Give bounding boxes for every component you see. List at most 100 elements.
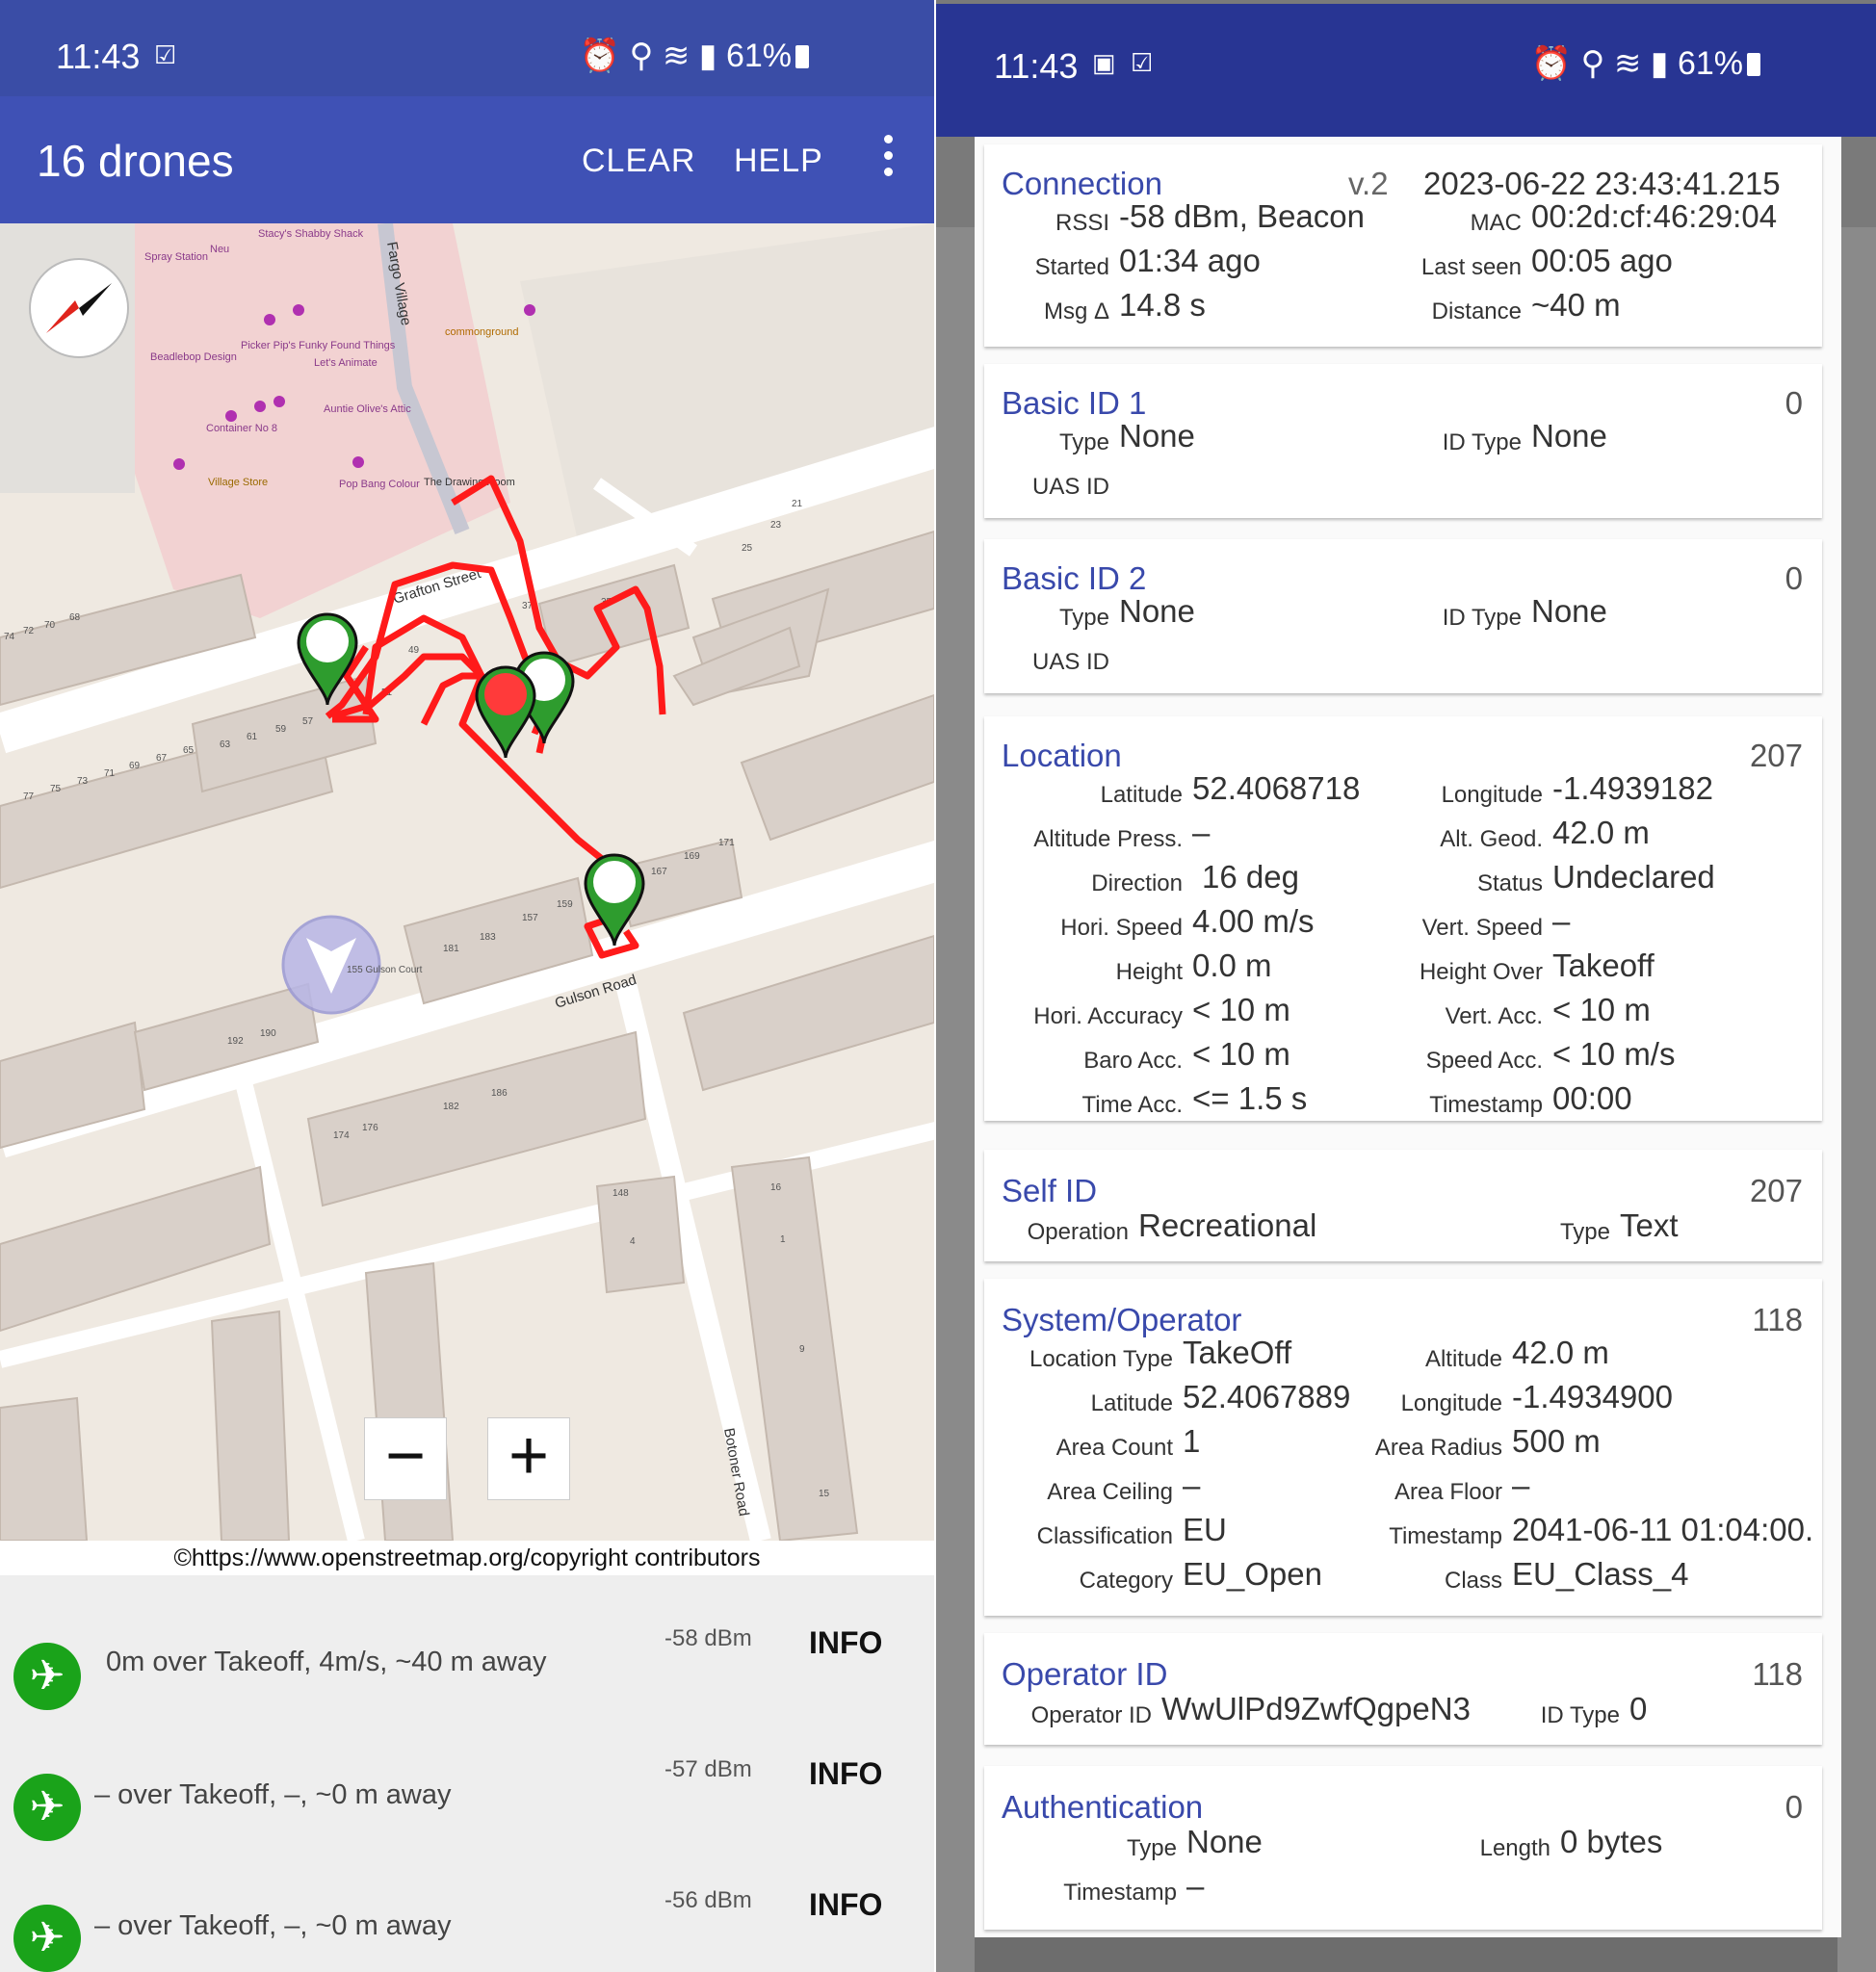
direction-value: 16 deg (1202, 859, 1299, 895)
alarm-icon: ⏰ (1530, 45, 1572, 82)
compass[interactable] (29, 258, 129, 358)
airplane-icon: ✈ (13, 1905, 81, 1972)
house-number: 25 (742, 543, 753, 554)
field-label: Classification (1036, 1523, 1173, 1549)
house-number: 190 (260, 1028, 276, 1039)
field-label: Timestamp (1063, 1880, 1177, 1906)
field-label: Vert. Speed (1421, 915, 1543, 941)
house-number: 63 (220, 740, 231, 750)
image-icon: ▣ (1092, 48, 1116, 77)
place-label: Container No 8 (206, 423, 277, 434)
status-bar: 11:43 ☑ ⏰ ⚲ ≋ ▮ 61% (0, 0, 934, 96)
house-number: 9 (799, 1344, 805, 1355)
wifi-icon: ≋ (662, 38, 690, 74)
compass-icon (46, 283, 112, 333)
clear-button[interactable]: CLEAR (582, 143, 695, 180)
field-label: Area Count (1055, 1435, 1173, 1461)
area-count-value: 1 (1183, 1423, 1201, 1459)
field-label: Altitude Press. (1033, 826, 1183, 852)
drone-rssi: -58 dBm (664, 1625, 752, 1651)
field-label: ID Type (1540, 1702, 1620, 1728)
vertical-speed-value: – (1552, 903, 1571, 939)
card-title: Self ID (1002, 1173, 1098, 1208)
drone-rssi: -56 dBm (664, 1887, 752, 1913)
drone-detail-panel[interactable]: Connection v.2 2023-06-22 23:43:41.215 R… (975, 137, 1841, 1937)
field-label: Speed Acc. (1425, 1048, 1543, 1074)
app-bar: 16 drones CLEAR HELP (0, 96, 934, 223)
baro-accuracy-value: < 10 m (1192, 1036, 1290, 1072)
operator-id-type-value: 0 (1629, 1691, 1648, 1726)
height-over-value: Takeoff (1552, 947, 1655, 983)
place-label: Neu (210, 244, 229, 255)
plaza-area (135, 223, 510, 618)
operation-value: Recreational (1138, 1207, 1317, 1243)
list-item[interactable]: ✈ – over Takeoff, –, ~0 m away -56 dBm I… (0, 1837, 934, 1972)
field-label: Msg Δ (1043, 298, 1109, 324)
drone-list: ✈ 0m over Takeoff, 4m/s, ~40 m away -58 … (0, 1575, 934, 1972)
help-button[interactable]: HELP (734, 143, 823, 180)
app-title: 16 drones (37, 136, 234, 186)
basic-id-1-card: Basic ID 1 0 Type None ID Type None UAS … (984, 364, 1822, 518)
area-floor-value: – (1512, 1467, 1530, 1503)
zoom-in-button[interactable]: + (487, 1417, 570, 1500)
house-number: 4 (630, 1236, 636, 1247)
background-edge (1837, 227, 1876, 1972)
field-label: Area Floor (1394, 1479, 1502, 1505)
message-count: 118 (1752, 1656, 1803, 1692)
field-label: Time Acc. (1081, 1092, 1183, 1118)
field-label: Latitude (1100, 782, 1183, 808)
self-id-card: Self ID 207 Operation Recreational Type … (984, 1150, 1822, 1261)
distance-value: ~40 m (1531, 287, 1621, 323)
check-icon: ☑ (154, 40, 177, 69)
zoom-out-button[interactable]: − (364, 1417, 447, 1500)
info-button[interactable]: INFO (809, 1756, 882, 1792)
battery-percent: 61% (1677, 45, 1743, 82)
field-label: RSSI (1055, 210, 1109, 236)
horizontal-accuracy-value: < 10 m (1192, 992, 1290, 1027)
system-operator-card: System/Operator 118 Location Type TakeOf… (984, 1279, 1822, 1616)
field-label: Baro Acc. (1083, 1048, 1183, 1074)
overflow-menu-icon[interactable] (884, 135, 894, 184)
operator-timestamp-value: 2041-06-11 01:04:00. (1512, 1512, 1814, 1547)
place-label: Beadlebop Design (150, 351, 237, 363)
drone-description: 0m over Takeoff, 4m/s, ~40 m away (106, 1647, 547, 1677)
field-label: Type (1058, 429, 1109, 455)
signal-icon: ▮ (1650, 45, 1669, 82)
map-view[interactable]: Grafton Street Gulson Road Fargo Village… (0, 223, 934, 1541)
map-attribution[interactable]: ©https://www.openstreetmap.org/copyright… (0, 1541, 934, 1575)
house-number: 70 (44, 620, 56, 631)
house-number: 77 (23, 791, 35, 802)
type-value: None (1119, 593, 1195, 629)
house-number: 23 (770, 520, 782, 531)
house-number: 59 (275, 724, 287, 735)
auth-type-value: None (1186, 1824, 1263, 1859)
place-label: Spray Station (144, 251, 208, 263)
status-value: Undeclared (1552, 859, 1715, 895)
place-label: Picker Pip's Funky Found Things (241, 340, 396, 351)
place-label: Let's Animate (314, 357, 378, 369)
horizontal-speed-value: 4.00 m/s (1192, 903, 1315, 939)
house-number: 74 (4, 632, 15, 642)
info-button[interactable]: INFO (809, 1625, 882, 1661)
category-value: EU_Open (1183, 1556, 1322, 1592)
house-number: 183 (480, 932, 496, 943)
field-label: Operation (1027, 1219, 1129, 1245)
message-count: 0 (1785, 1789, 1803, 1825)
operator-altitude-value: 42.0 m (1512, 1335, 1609, 1370)
height-value: 0.0 m (1192, 947, 1272, 983)
field-label: Longitude (1400, 1390, 1502, 1416)
house-number: 15 (819, 1489, 830, 1499)
field-label: Last seen (1420, 254, 1522, 280)
list-item[interactable]: ✈ – over Takeoff, –, ~0 m away -57 dBm I… (0, 1706, 934, 1841)
operator-longitude-value: -1.4934900 (1512, 1379, 1673, 1414)
card-title: System/Operator (1002, 1302, 1242, 1337)
field-label: ID Type (1442, 605, 1522, 631)
list-item[interactable]: ✈ 0m over Takeoff, 4m/s, ~40 m away -58 … (0, 1575, 934, 1710)
map-canvas: Grafton Street Gulson Road Fargo Village… (0, 223, 934, 1541)
info-button[interactable]: INFO (809, 1887, 882, 1923)
rssi-value: -58 dBm, Beacon (1119, 198, 1365, 234)
operator-latitude-value: 52.4067889 (1183, 1379, 1351, 1414)
self-id-type-value: Text (1620, 1207, 1679, 1243)
house-number: 159 (557, 899, 573, 910)
field-label: Height Over (1419, 959, 1543, 985)
